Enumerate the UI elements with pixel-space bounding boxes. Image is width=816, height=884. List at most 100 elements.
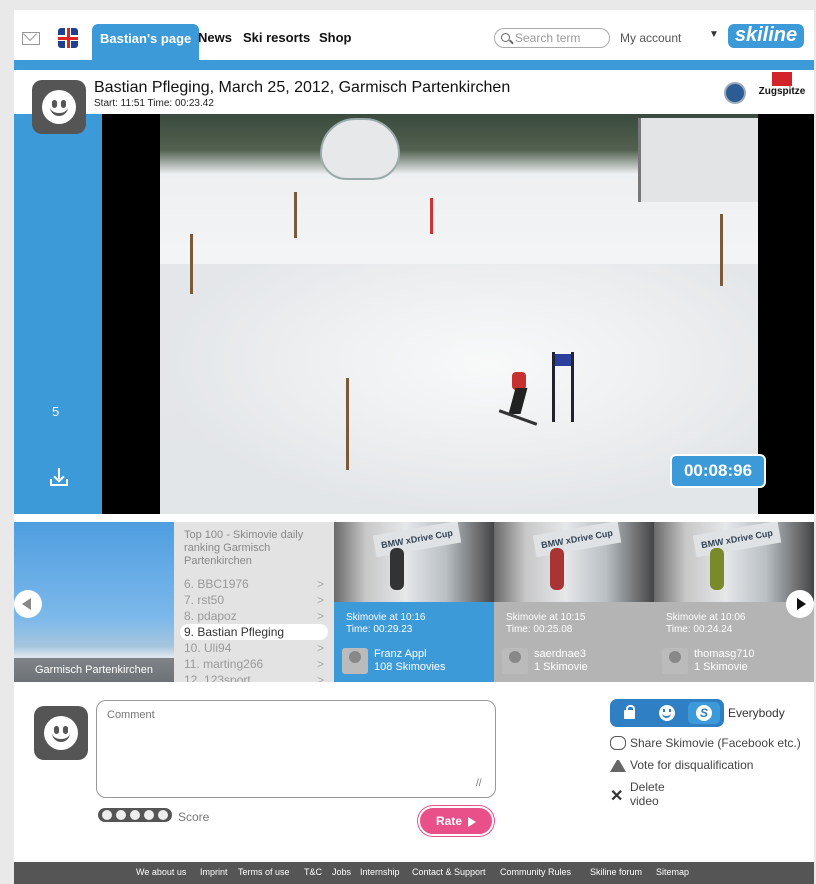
chevron-right-icon: > (316, 609, 324, 623)
visibility-friends-button[interactable] (651, 702, 683, 724)
share-label: Share Skimovie (Facebook etc.) (630, 736, 801, 750)
search-input[interactable]: Search term (494, 28, 610, 48)
chevron-right-icon: > (316, 673, 324, 682)
user-avatar-icon[interactable] (32, 80, 86, 134)
next-arrow-button[interactable] (786, 590, 814, 618)
footer-link-about[interactable]: We about us (136, 867, 186, 877)
visibility-everybody-button[interactable]: S (688, 702, 720, 724)
link-icon (610, 736, 626, 750)
skimovie-time: Time: 00:24.24 (666, 624, 733, 635)
run-timer: 00:08:96 (670, 454, 766, 488)
arrow-left-icon (22, 598, 31, 610)
avatar (662, 648, 688, 674)
footer-link-community-rules[interactable]: Community Rules (500, 867, 571, 877)
skimovie-card[interactable]: BMW xDrive Cup Skimovie at 10:15 Time: 0… (494, 522, 654, 682)
resort-name[interactable]: Garmisch Partenkirchen (14, 658, 174, 682)
partner-name: Zugspitze (758, 86, 806, 97)
rate-button[interactable]: Rate (418, 806, 494, 836)
video-count: 5 (52, 404, 60, 419)
video-frame (160, 114, 758, 514)
lock-icon (624, 705, 635, 719)
ranking-item[interactable]: 7. rst50 > (180, 592, 328, 608)
footer-link-imprint[interactable]: Imprint (200, 867, 228, 877)
ranking-item[interactable]: 11. marting266 > (180, 656, 328, 672)
partner-flag-icon (772, 72, 792, 86)
skimovie-time: Time: 00:29.23 (346, 624, 413, 635)
language-flag-icon[interactable] (58, 28, 78, 48)
footer-link-tc[interactable]: T&C (304, 867, 322, 877)
play-icon (468, 816, 476, 827)
ranking-item[interactable]: 6. BBC1976 > (180, 576, 328, 592)
slalom-pole (720, 214, 723, 286)
commenter-avatar-icon (34, 706, 88, 760)
skimovie-username: thomasg710 (694, 648, 755, 660)
download-icon[interactable] (50, 468, 68, 486)
page: Bastian's page News Ski resorts Shop Sea… (14, 10, 814, 884)
tab-my-page[interactable]: Bastian's page (92, 24, 200, 62)
rate-button-label: Rate (435, 814, 462, 828)
visibility-private-button[interactable] (614, 702, 646, 724)
skimovie-count: 108 Skimovies (374, 661, 446, 673)
skimovie-username: saerdnae3 (534, 648, 586, 660)
ranking-title: Top 100 - Skimovie daily ranking Garmisc… (184, 529, 304, 567)
ranking-item[interactable]: 8. pdapoz > (180, 608, 328, 624)
skimovie-user[interactable]: thomasg710 1 Skimovie (662, 648, 812, 676)
video-player[interactable]: 00:08:96 (102, 114, 814, 514)
skiline-logo[interactable]: skiline (728, 24, 804, 48)
score-rating[interactable] (98, 808, 172, 822)
footer-link-forum[interactable]: Skiline forum (590, 867, 642, 877)
delete-label-2: video (630, 794, 659, 808)
footer-link-sitemap[interactable]: Sitemap (656, 867, 689, 877)
skimovie-thumbnail: BMW xDrive Cup (494, 522, 654, 602)
comment-input[interactable] (96, 700, 496, 798)
arrow-right-icon (797, 598, 806, 610)
vote-label: Vote for disqualification (630, 758, 754, 772)
smiley-icon (659, 705, 675, 721)
warning-icon (610, 758, 626, 772)
video-title: Bastian Pfleging, March 25, 2012, Garmis… (94, 79, 511, 96)
slalom-pole (346, 378, 349, 470)
footer-link-terms[interactable]: Terms of use (238, 867, 290, 877)
skimovie-time: Time: 00:25.08 (506, 624, 573, 635)
skimovie-user[interactable]: Franz Appl 108 Skimovies (342, 648, 492, 676)
nav-ski-resorts-link[interactable]: Ski resorts (243, 30, 310, 45)
nav-news-link[interactable]: News (198, 30, 232, 45)
nav-shop-link[interactable]: Shop (319, 30, 352, 45)
close-icon: ✕ (610, 788, 624, 805)
slalom-pole (430, 198, 433, 234)
resize-handle-icon[interactable]: // (476, 778, 482, 789)
score-label: Score (178, 810, 210, 824)
resort-badge-icon (724, 82, 746, 104)
my-account-link[interactable]: My account (620, 31, 681, 45)
previous-arrow-button[interactable] (14, 590, 42, 618)
search-placeholder: Search term (515, 31, 581, 45)
ranking-list: Top 100 - Skimovie daily ranking Garmisc… (174, 522, 334, 682)
slalom-pole (190, 234, 193, 294)
slalom-gate (552, 352, 574, 422)
chevron-right-icon: > (316, 641, 324, 655)
visibility-label: Everybody (728, 706, 785, 720)
visibility-selector: S (610, 699, 724, 727)
mail-icon[interactable] (22, 32, 40, 45)
skimovie-count: 1 Skimovie (534, 661, 588, 673)
footer-link-internship[interactable]: Internship (360, 867, 400, 877)
chevron-right-icon: > (316, 593, 324, 607)
skimovie-thumbnail: BMW xDrive Cup (334, 522, 494, 602)
skimovie-card[interactable]: BMW xDrive Cup Skimovie at 10:16 Time: 0… (334, 522, 494, 682)
avatar (342, 648, 368, 674)
video-subtitle: Start: 11:51 Time: 00:23.42 (94, 98, 214, 109)
footer-link-contact[interactable]: Contact & Support (412, 867, 486, 877)
skimovie-title: Skimovie at 10:06 (666, 612, 746, 623)
footer-link-jobs[interactable]: Jobs (332, 867, 351, 877)
top-navigation: Bastian's page News Ski resorts Shop Sea… (14, 10, 814, 62)
ranking-item[interactable]: 10. Uli94 > (180, 640, 328, 656)
skimovie-thumbnail: BMW xDrive Cup (654, 522, 814, 602)
chevron-down-icon[interactable]: ▼ (709, 29, 719, 40)
delete-label: Delete (630, 780, 665, 794)
skimovie-user[interactable]: saerdnae3 1 Skimovie (502, 648, 652, 676)
ranking-item[interactable]: 12. 123sport > (180, 672, 328, 682)
skimovie-title: Skimovie at 10:15 (506, 612, 586, 623)
avatar (502, 648, 528, 674)
ranking-item-current[interactable]: 9. Bastian Pfleging (180, 624, 328, 640)
footer: We about us Imprint Terms of use T&C Job… (14, 862, 814, 884)
